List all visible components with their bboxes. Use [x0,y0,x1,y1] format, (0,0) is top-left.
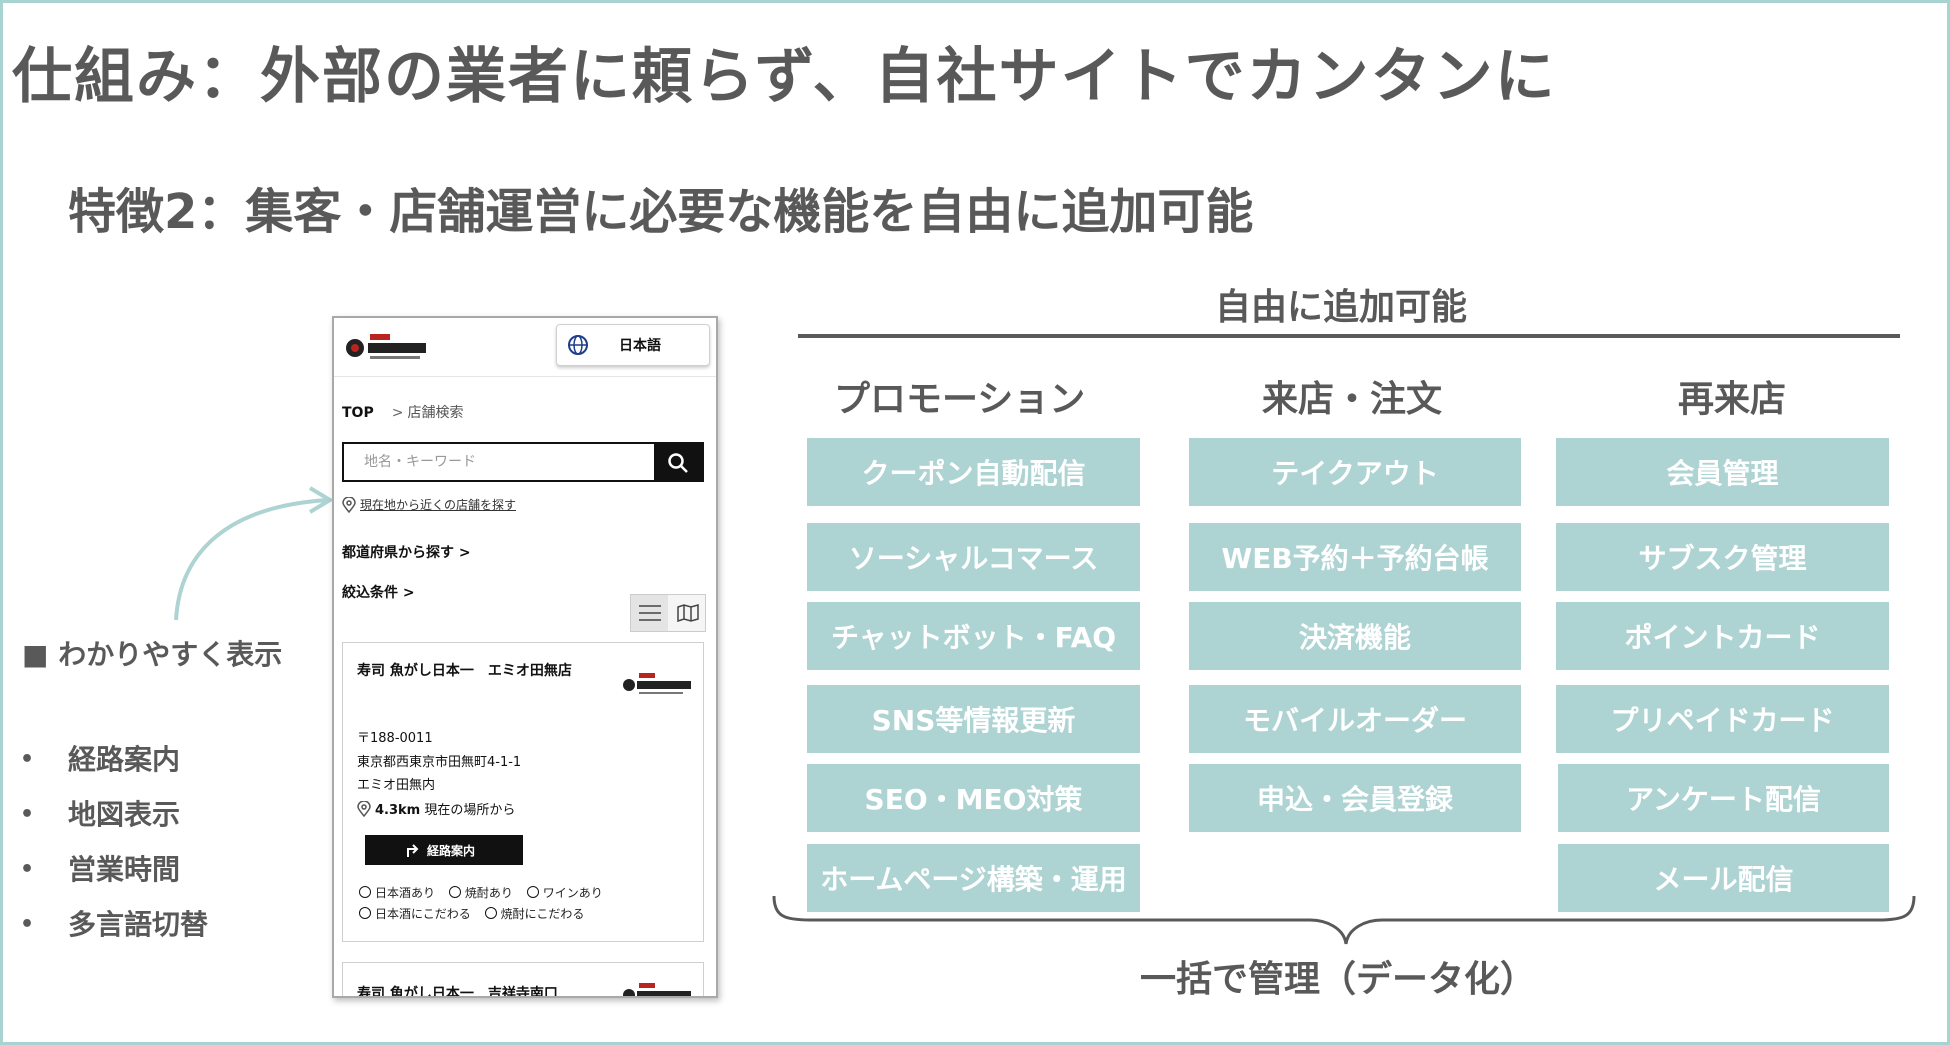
feature-bullet-list: • 経路案内 • 地図表示 • 営業時間 • 多言語切替 [20,738,208,958]
feature-box: プリペイドカード [1556,685,1889,753]
store-distance: 4.3km 現在の場所から [357,799,515,818]
chevron-right-icon: > [402,585,415,601]
store-name: 寿司 魚がし日本一 エミオ田無店 [357,663,572,679]
section-divider [798,334,1900,338]
search-input[interactable] [344,444,654,480]
nearby-stores-link[interactable]: 現在地から近くの店舗を探す [342,496,516,513]
globe-icon [568,335,588,355]
grouping-brace [772,895,1916,945]
turn-right-icon [407,844,419,857]
bullet-dot: • [20,802,35,827]
store-logo [623,673,691,694]
language-switcher[interactable]: 日本語 [556,324,710,366]
feature-box: WEB予約＋予約台帳 [1189,523,1521,591]
feature-box: ソーシャルコマース [807,523,1140,591]
tag-checkbox[interactable]: 焼酎あり [448,883,513,904]
feature-box: アンケート配信 [1558,764,1889,832]
page-subtitle: 特徴2：集客・店舗運営に必要な機能を自由に追加可能 [68,184,1254,240]
store-address: 東京都西東京市田無町4-1-1 エミオ田無内 [357,755,522,793]
route-guide-button[interactable]: 経路案内 [365,835,523,865]
feature-box: ポイントカード [1556,602,1889,670]
chevron-right-icon: > [391,405,404,421]
bullet-item: • 地図表示 [20,793,208,848]
feature-section-heading: 自由に追加可能 [1215,287,1468,328]
tag-checkbox[interactable]: ワインあり [526,883,603,904]
map-view-icon[interactable] [677,604,699,622]
feature-box: 申込・会員登録 [1189,764,1521,832]
search-bar [342,442,704,482]
language-label: 日本語 [619,338,661,354]
feature-box: クーポン自動配信 [807,438,1140,506]
column-title-promotion: プロモーション [834,379,1086,420]
breadcrumb-current: 店舗検索 [407,405,464,421]
feature-box: SEO・MEO対策 [807,764,1140,832]
page-title: 仕組み：外部の業者に頼らず、自社サイトでカンタンに [12,42,1557,112]
prefecture-search-link[interactable]: 都道府県から探す > [342,542,471,562]
bullet-dot: • [20,912,35,937]
tag-checkbox[interactable]: 日本酒あり [359,883,435,904]
footer-label: 一括で管理（データ化） [1140,959,1537,1000]
feature-box: テイクアウト [1189,438,1521,506]
column-title-visit-order: 来店・注文 [1262,379,1443,420]
search-icon [668,453,688,473]
breadcrumb-top-link[interactable]: TOP [342,405,374,421]
store-zip: 〒188-0011 [357,731,433,746]
search-button[interactable] [654,444,702,480]
store-name: 寿司 魚がし日本一 吉祥寺南口 [357,986,558,998]
bullet-item: • 多言語切替 [20,903,208,958]
list-view-button[interactable] [631,595,668,631]
brand-logo [346,334,426,359]
phone-mockup: 日本語 TOP>店舗検索 現在地から近くの店舗を探す 都道府県から探す > 絞込… [332,316,718,998]
chevron-right-icon: > [458,545,471,561]
store-card[interactable]: 寿司 魚がし日本一 エミオ田無店 〒188-0011 東京都西東京市田無町4-1… [342,642,704,942]
location-pin-icon [342,496,356,513]
tag-checkbox[interactable]: 日本酒にこだわる [359,904,471,925]
feature-box: チャットボット・FAQ [807,602,1140,670]
store-logo [623,983,691,996]
bullet-item: • 経路案内 [20,738,208,793]
column-title-revisit: 再来店 [1678,379,1787,420]
breadcrumb: TOP > 店舗検索 [342,402,463,422]
list-view-icon [639,605,661,621]
bullet-dot: • [20,747,35,772]
pointer-arrow [174,486,334,621]
view-toggle [630,594,706,632]
feature-box: モバイルオーダー [1189,685,1521,753]
location-pin-icon [357,800,371,818]
bullet-item: • 営業時間 [20,848,208,903]
store-tags: 日本酒あり 焼酎あり ワインあり 日本酒にこだわる 焼酎にこだわる [359,883,613,925]
feature-box: 会員管理 [1556,438,1889,506]
feature-box: サブスク管理 [1556,523,1889,591]
store-card[interactable]: 寿司 魚がし日本一 吉祥寺南口 [342,962,704,998]
phone-header: 日本語 [334,318,716,377]
feature-box: 決済機能 [1189,602,1521,670]
bullet-dot: • [20,857,35,882]
feature-heading: ■ わかりやすく表示 [22,638,283,671]
refine-conditions-link[interactable]: 絞込条件 > [342,582,415,602]
feature-box: SNS等情報更新 [807,685,1140,753]
tag-checkbox[interactable]: 焼酎にこだわる [484,904,584,925]
